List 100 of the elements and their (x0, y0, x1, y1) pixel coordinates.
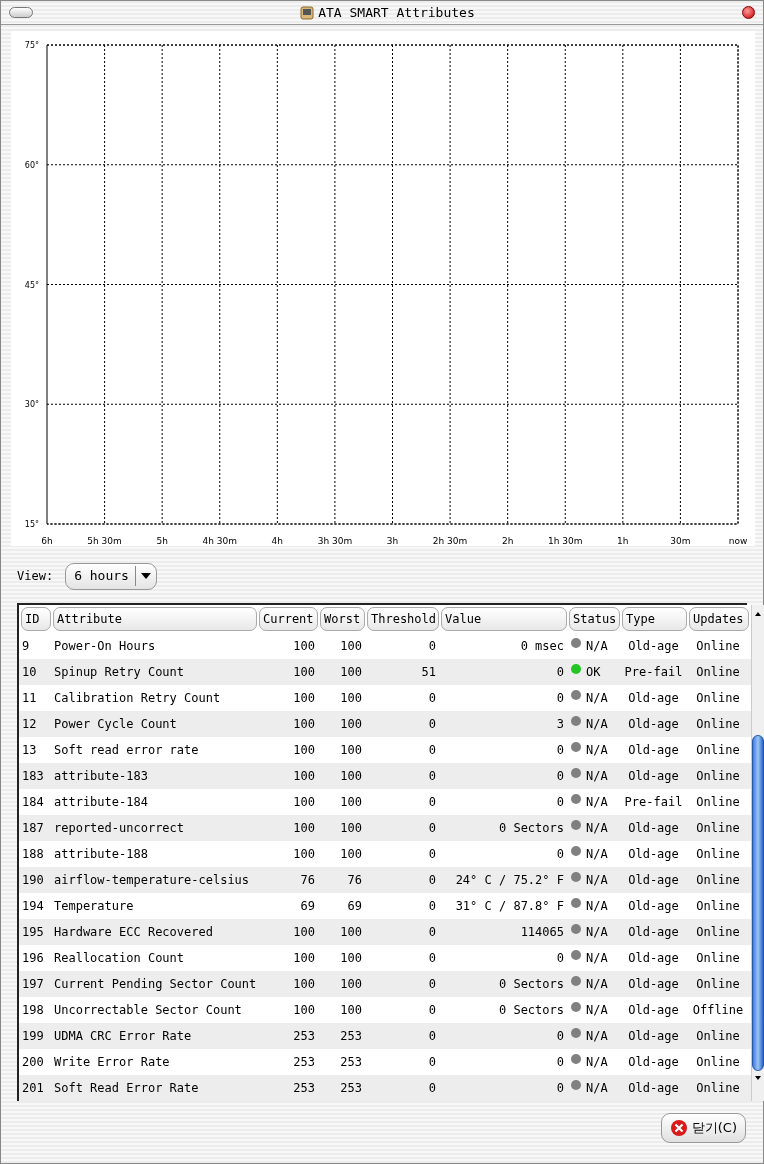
view-label: View: (17, 568, 54, 585)
table-cell-text: 253 (293, 1054, 315, 1071)
table-cell-text: Old-age (628, 1028, 679, 1045)
table-cell-text: Pre-fail (624, 664, 683, 681)
column-header[interactable]: Threshold (367, 607, 439, 631)
table-cell-text: Online (696, 690, 740, 707)
collapse-button[interactable] (9, 7, 33, 18)
table-cell-text: 253 (293, 1080, 315, 1097)
table-cell-text: 198 (22, 1002, 44, 1019)
table-cell-text: 12 (22, 716, 37, 733)
table-cell-text: reported-uncorrect (54, 820, 185, 837)
table-cell-text: 100 (293, 742, 315, 759)
table-cell-text: 200 (22, 1054, 44, 1071)
table-cell-text: 100 (293, 820, 315, 837)
table-cell-text: 100 (293, 768, 315, 785)
column-header[interactable]: Worst (320, 607, 365, 631)
table-cell-text: Power Cycle Count (54, 716, 177, 733)
column-header[interactable]: Status (569, 607, 620, 631)
table-cell-text: Online (696, 768, 740, 785)
table-cell-text: 0 (428, 794, 436, 811)
table-cell-text: 184 (22, 794, 44, 811)
column-header[interactable]: Value (441, 607, 567, 631)
table-cell-text: 114065 (520, 924, 564, 941)
table-cell-text: Spinup Retry Count (54, 664, 185, 681)
table-cell-text: 0 (556, 768, 564, 785)
table-cell-text: 0 (428, 820, 436, 837)
table-cell-text: 3 (556, 716, 564, 733)
x-tick-label: 30m (670, 536, 691, 546)
table-cell-text: 69 (347, 898, 362, 915)
x-tick-label: 3h 30m (317, 536, 353, 546)
table-cell-text: 100 (293, 638, 315, 655)
table-cell-text: 100 (340, 950, 362, 967)
table-cell-text: 253 (293, 1028, 315, 1045)
table-cell-text: Reallocation Count (54, 950, 185, 967)
table-cell-text: N/A (586, 768, 608, 785)
table-cell-text: Old-age (628, 872, 679, 889)
y-tick-label: 75° (24, 41, 39, 50)
table-cell-text: Old-age (628, 846, 679, 863)
table-cell-text: Old-age (628, 820, 679, 837)
x-tick-label: 4h 30m (202, 536, 237, 546)
table-cell-text: 100 (340, 690, 362, 707)
table-cell-text: 188 (22, 846, 44, 863)
scrollbar-thumb[interactable] (752, 735, 764, 1071)
table-cell-text: N/A (586, 1028, 608, 1045)
column-header[interactable]: ID (21, 607, 51, 631)
table-cell-text: 0 (428, 1054, 436, 1071)
x-tick-label: 6h (41, 536, 53, 546)
table-cell-text: 9 (22, 638, 30, 655)
table-cell-text: Online (696, 950, 740, 967)
scrollbar[interactable] (751, 605, 764, 1101)
table-cell-text: airflow-temperature-celsius (54, 872, 250, 889)
table-cell-text: 199 (22, 1028, 44, 1045)
table-cell-text: attribute-188 (54, 846, 148, 863)
table-cell-text: 100 (293, 664, 315, 681)
table-cell-text: Old-age (628, 742, 679, 759)
table-cell-text: N/A (586, 716, 608, 733)
table-cell-text: 0 (556, 950, 564, 967)
table-cell-text: N/A (586, 794, 608, 811)
close-icon[interactable] (742, 6, 755, 19)
table-cell-text: N/A (586, 846, 608, 863)
table-cell-text: 0 (428, 1002, 436, 1019)
table-cell-text: 100 (293, 976, 315, 993)
table-cell-text: Write Error Rate (54, 1054, 170, 1071)
table-cell-text: Power-On Hours (54, 638, 156, 655)
table-cell-text: 0 Sectors (498, 976, 564, 993)
table-cell-text: N/A (586, 1080, 608, 1097)
table-cell-text: Online (696, 976, 740, 993)
table-cell-text: 100 (340, 1002, 362, 1019)
table-cell-text: Old-age (628, 690, 679, 707)
table-cell-text: Online (696, 716, 740, 733)
view-dropdown[interactable]: 6 hours (65, 562, 158, 590)
table-cell-text: 0 (428, 976, 436, 993)
table-cell-text: 0 (428, 950, 436, 967)
x-tick-label: 4h (271, 536, 284, 546)
table-cell-text: 0 (428, 742, 436, 759)
table-cell-text: 100 (340, 742, 362, 759)
column-header[interactable]: Updates (689, 607, 749, 631)
table-cell-text: Offline (692, 1002, 744, 1019)
table-cell-text: 69 (300, 898, 315, 915)
table-cell-text: Old-age (628, 976, 679, 993)
table-cell-text: 0 (428, 638, 436, 655)
table-cell-text: Online (696, 638, 740, 655)
table-cell-text: N/A (586, 742, 608, 759)
table-cell-text: N/A (586, 924, 608, 941)
column-header[interactable]: Attribute (53, 607, 257, 631)
table-cell-text: N/A (586, 976, 608, 993)
table-cell-text: 100 (340, 820, 362, 837)
column-header[interactable]: Type (622, 607, 687, 631)
table-cell-text: Calibration Retry Count (54, 690, 221, 707)
table-cell-text: 253 (340, 1028, 362, 1045)
table-cell-text: 197 (22, 976, 44, 993)
table-cell-text: 0 (428, 898, 436, 915)
close-button[interactable]: 닫기(C) (660, 1113, 746, 1143)
x-tick-label: now (728, 536, 748, 546)
table-cell-text: 0 (428, 716, 436, 733)
table-cell-text: 0 (428, 768, 436, 785)
table-cell-text: N/A (586, 898, 608, 915)
table-cell-text: 0 msec (520, 638, 564, 655)
column-header[interactable]: Current (259, 607, 318, 631)
table-cell-text: Online (696, 846, 740, 863)
